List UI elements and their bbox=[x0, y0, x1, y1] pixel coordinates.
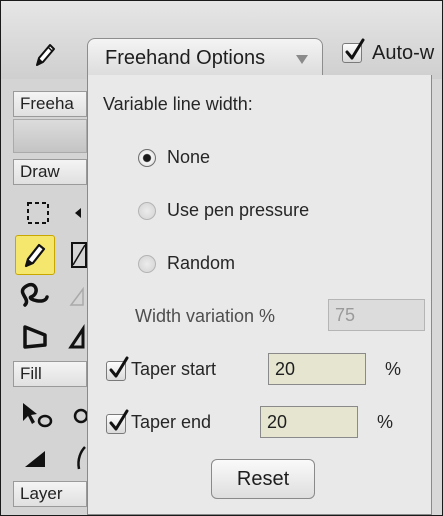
draw-section-label: Draw bbox=[13, 159, 87, 185]
pencil-icon[interactable] bbox=[33, 41, 57, 69]
radio-none-label[interactable]: None bbox=[167, 147, 210, 168]
freehand-section-label: Freeha bbox=[13, 91, 87, 117]
radio-pen-pressure[interactable] bbox=[138, 202, 156, 220]
taper-start-label: Taper start bbox=[131, 359, 217, 379]
checkmark-icon bbox=[345, 38, 365, 60]
taper-end-label: Taper end bbox=[131, 412, 212, 432]
reset-button[interactable]: Reset bbox=[211, 459, 315, 499]
freehand-options-dropdown[interactable]: Freehand Options bbox=[87, 38, 323, 76]
app-window: Freehand Options Auto-w Freeha Draw Fill… bbox=[0, 0, 443, 516]
taper-start-checkbox[interactable] bbox=[106, 356, 129, 381]
taper-end-checkbox[interactable] bbox=[106, 409, 129, 434]
radio-random[interactable] bbox=[138, 255, 156, 273]
taper-end-unit: % bbox=[377, 412, 394, 432]
radio-pen-pressure-label[interactable]: Use pen pressure bbox=[167, 200, 309, 221]
dropdown-label: Freehand Options bbox=[105, 47, 266, 69]
shape-icon[interactable] bbox=[15, 317, 55, 357]
taper-end-input[interactable]: 20 bbox=[260, 406, 358, 438]
curve-icon[interactable] bbox=[15, 275, 55, 315]
radio-none[interactable] bbox=[138, 149, 156, 167]
toolbar: Freehand Options Auto-w bbox=[1, 1, 442, 79]
variable-line-width-heading: Variable line width: bbox=[103, 94, 253, 114]
layer-section-label: Layer bbox=[13, 481, 87, 507]
tool-bar bbox=[13, 119, 87, 153]
freehand-icon[interactable] bbox=[15, 235, 55, 275]
freehand-options-panel: Variable line width: None Use pen pressu… bbox=[87, 75, 432, 515]
taper-start-input[interactable]: 20 bbox=[268, 353, 366, 385]
dropdown-arrow-icon bbox=[296, 55, 308, 64]
checkmark-icon bbox=[109, 356, 129, 378]
checkmark-icon bbox=[109, 409, 129, 431]
radio-random-label[interactable]: Random bbox=[167, 253, 235, 274]
width-variation-label: Width variation % bbox=[135, 306, 276, 326]
fill-section-label: Fill bbox=[13, 361, 87, 387]
lasso-icon[interactable] bbox=[15, 395, 55, 435]
auto-checkbox[interactable] bbox=[342, 38, 365, 63]
tool-strip: Freeha Draw Fill Layer bbox=[1, 79, 89, 515]
marquee-select-icon[interactable] bbox=[19, 193, 59, 233]
width-variation-input: 75 bbox=[328, 299, 425, 331]
taper-start-unit: % bbox=[385, 359, 402, 379]
gradient-fill-icon[interactable] bbox=[15, 437, 55, 477]
auto-label: Auto-w bbox=[372, 42, 435, 64]
